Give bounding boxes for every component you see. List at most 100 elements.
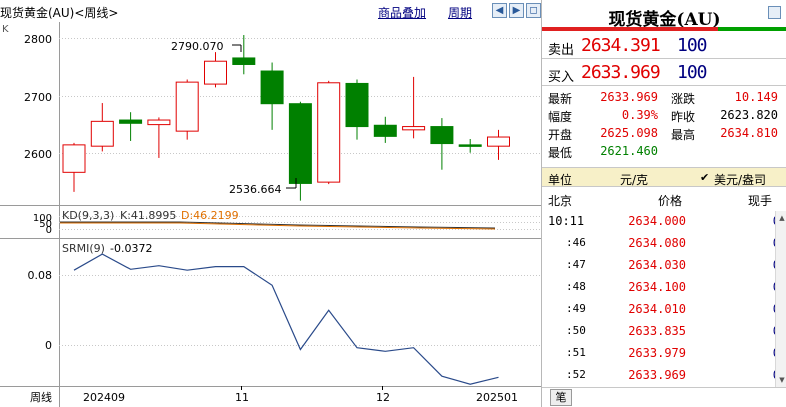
stat-label: 开盘 xyxy=(548,128,573,142)
candles-layer xyxy=(62,35,510,201)
tick-row: :47 2634.030 0 xyxy=(542,254,786,276)
sell-row: 卖出 2634.391 100 xyxy=(542,33,786,59)
quote-panel: 现货黄金(AU) 卖出 2634.391 100 买入 2633.969 100… xyxy=(541,0,786,407)
tick-volume: 0 xyxy=(732,346,780,360)
tick-price: 2634.030 xyxy=(628,258,686,272)
chart-canvas[interactable]: K 2800 2700 2600 2790.070 2536.664 KD(9,… xyxy=(0,22,541,407)
scroll-down-icon[interactable]: ▼ xyxy=(777,375,786,385)
tick-row: :52 2633.969 0 xyxy=(542,364,786,386)
candle-body[interactable] xyxy=(90,120,114,147)
tick-time: 10:11 xyxy=(548,214,585,228)
overlay-link[interactable]: 商品叠加 xyxy=(378,4,426,21)
candle-body[interactable] xyxy=(288,103,312,184)
kd-d-value: D:46.2199 xyxy=(181,209,239,222)
candle-body[interactable] xyxy=(373,124,397,137)
tick-volume: 0 xyxy=(732,302,780,316)
tick-volume: 0 xyxy=(732,214,780,228)
unit-label: 单位 xyxy=(548,173,573,187)
candle-body[interactable] xyxy=(458,144,482,147)
sell-volume: 100 xyxy=(677,35,707,56)
expand-icon[interactable]: ◻ xyxy=(526,3,541,18)
srmi-label: SRMI(9) xyxy=(62,242,105,255)
unit-option[interactable]: 美元/盎司 xyxy=(714,171,766,188)
candle-body[interactable] xyxy=(62,144,86,173)
buy-price: 2633.969 xyxy=(581,62,661,83)
tick-volume: 0 xyxy=(732,324,780,338)
candle-body[interactable] xyxy=(402,126,426,131)
tick-price: 2633.979 xyxy=(628,346,686,360)
srmi-y-tick: 0 xyxy=(45,339,52,352)
buy-label: 买入 xyxy=(548,70,575,85)
stat-value: 0.39% xyxy=(621,108,658,122)
kd-y-tick: 0 xyxy=(46,225,52,236)
chart-toolbar: 现货黄金(AU)<周线> 商品叠加 周期 ◀ ▶ ◻ xyxy=(0,0,541,22)
prev-icon[interactable]: ◀ xyxy=(492,3,507,18)
tick-time: :46 xyxy=(566,236,586,249)
candle-body[interactable] xyxy=(430,126,454,145)
unit-row: 单位 元/克 ✔ 美元/盎司 xyxy=(542,167,786,187)
tick-price: 2634.100 xyxy=(628,280,686,294)
candle-body[interactable] xyxy=(232,57,256,65)
tick-row: :48 2634.100 0 xyxy=(542,276,786,298)
candle-body[interactable] xyxy=(204,60,227,85)
candle-body[interactable] xyxy=(175,81,199,132)
tick-scrollbar[interactable]: ▲ ▼ xyxy=(775,211,786,387)
tick-volume: 0 xyxy=(732,236,780,250)
buy-row: 买入 2633.969 100 xyxy=(542,60,786,86)
tick-volume: 0 xyxy=(732,258,780,272)
quote-title-bar: 现货黄金(AU) xyxy=(542,0,786,31)
stats-row: 最新 2633.969 涨跌 10.149 xyxy=(542,88,786,106)
x-tick-label: 202501 xyxy=(476,391,518,404)
kd-d-line xyxy=(60,222,496,230)
buy-strength-bar xyxy=(718,27,786,31)
unit-value[interactable]: 元/克 xyxy=(620,171,648,188)
stat-value: 2625.098 xyxy=(600,126,658,140)
tick-row: :51 2633.979 0 xyxy=(542,342,786,364)
tick-volume: 0 xyxy=(732,368,780,382)
tick-time: :47 xyxy=(566,258,586,271)
stat-value: 2633.969 xyxy=(600,90,658,104)
candle-body[interactable] xyxy=(345,82,369,128)
tick-row: :49 2634.010 0 xyxy=(542,298,786,320)
sell-strength-bar xyxy=(542,27,718,31)
chart-title: 现货黄金(AU)<周线> xyxy=(0,6,119,20)
x-axis-period: 周线 xyxy=(30,390,52,404)
tick-volume: 0 xyxy=(732,280,780,294)
srmi-y-tick: 0.08 xyxy=(28,269,53,282)
kd-k-value: K:41.8995 xyxy=(120,209,176,222)
tick-row: 10:11 2634.000 0 xyxy=(542,210,786,232)
tick-time: :52 xyxy=(566,368,586,381)
srmi-layer xyxy=(73,253,499,385)
buy-volume: 100 xyxy=(677,62,707,83)
tick-header-vol: 现手 xyxy=(748,194,773,208)
stat-label: 幅度 xyxy=(548,110,573,124)
tick-header-place: 北京 xyxy=(548,194,573,208)
y-tick-label: 2800 xyxy=(24,33,52,46)
y-tick-label: 2600 xyxy=(24,148,52,161)
tick-price: 2633.969 xyxy=(628,368,686,382)
y-tick-label: 2700 xyxy=(24,91,52,104)
candle-body[interactable] xyxy=(487,136,510,147)
tick-header: 北京 价格 现手 xyxy=(542,189,786,209)
chart-panel[interactable]: 现货黄金(AU)<周线> 商品叠加 周期 ◀ ▶ ◻ K 2800 2700 2… xyxy=(0,0,541,407)
candle-body[interactable] xyxy=(147,119,171,126)
stat-value: 10.149 xyxy=(734,90,778,104)
high-annotation: 2790.070 xyxy=(171,40,242,53)
stat-label: 涨跌 xyxy=(671,92,696,106)
next-icon[interactable]: ▶ xyxy=(509,3,524,18)
ticks-tab[interactable]: 笔 xyxy=(550,389,572,406)
period-link[interactable]: 周期 xyxy=(448,4,472,21)
scroll-up-icon[interactable]: ▲ xyxy=(777,213,786,223)
check-icon: ✔ xyxy=(700,171,710,184)
kline-label: K xyxy=(2,24,9,35)
candle-body[interactable] xyxy=(260,70,284,105)
tick-time: :48 xyxy=(566,280,586,293)
tick-row: :46 2634.080 0 xyxy=(542,232,786,254)
toggle-checkbox[interactable] xyxy=(768,6,781,19)
candle-body[interactable] xyxy=(317,82,341,183)
x-tick-label: 12 xyxy=(376,391,390,404)
candle-body[interactable] xyxy=(119,119,143,124)
stats-row: 最低 2621.460 xyxy=(542,142,786,160)
stats-row: 开盘 2625.098 最高 2634.810 xyxy=(542,124,786,142)
x-tick-label: 11 xyxy=(235,391,249,404)
